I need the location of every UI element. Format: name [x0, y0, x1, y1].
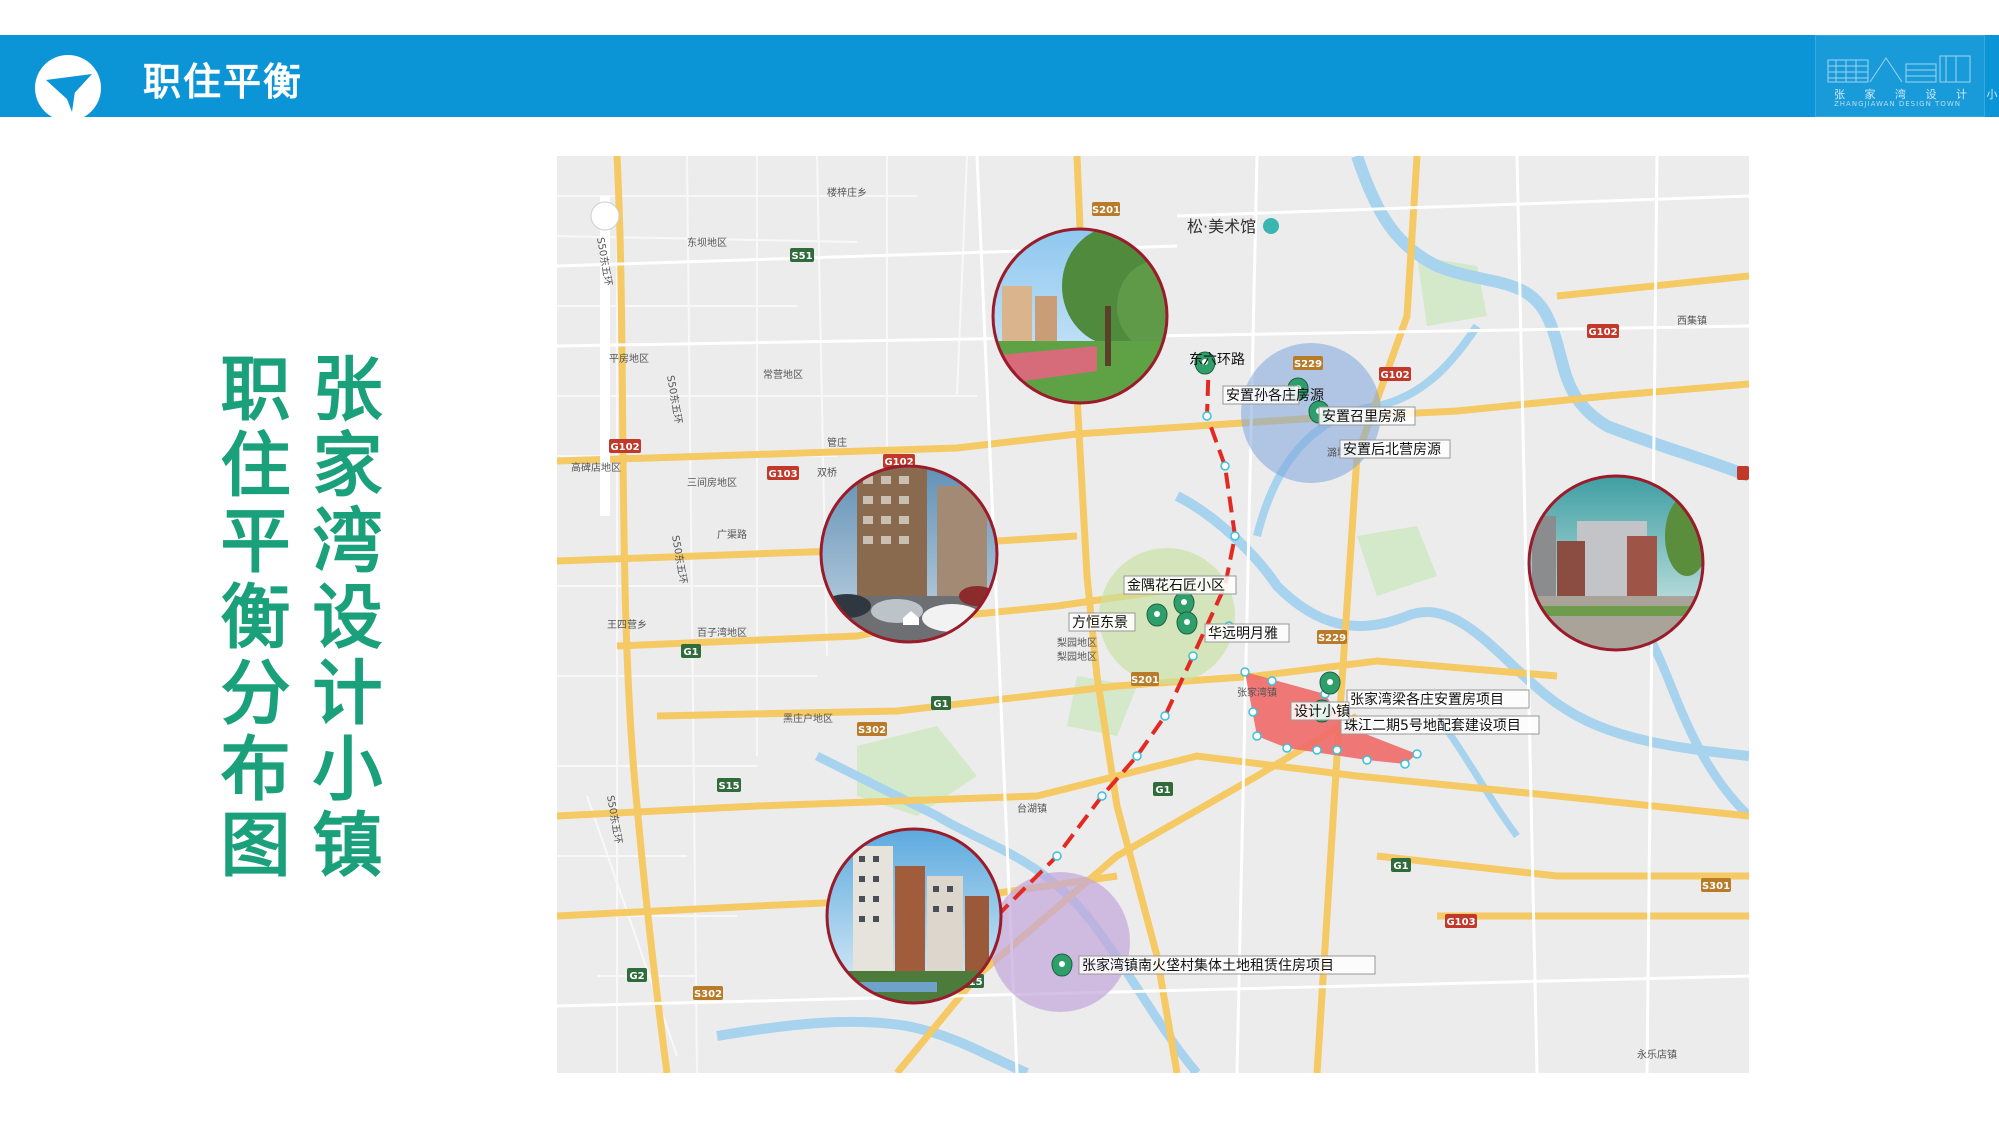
road-badge: S302: [857, 722, 887, 736]
svg-text:张家湾梁各庄安置房项目: 张家湾梁各庄安置房项目: [1350, 691, 1504, 708]
svg-text:G1: G1: [683, 647, 698, 658]
svg-text:梨园地区: 梨园地区: [1057, 650, 1097, 663]
label-dongliuhuan: 东六环路: [1189, 352, 1245, 368]
svg-text:三间房地区: 三间房地区: [687, 476, 737, 489]
label-box: 安置后北营房源: [1339, 439, 1451, 459]
svg-text:G103: G103: [1446, 917, 1475, 928]
svg-text:G1: G1: [1393, 861, 1408, 872]
road-badge: G103: [1445, 914, 1477, 928]
road-badge: S201: [1131, 672, 1159, 686]
marker-pin-icon[interactable]: [1173, 591, 1195, 615]
label-box: 张家湾梁各庄安置房项目: [1346, 689, 1530, 709]
svg-text:G1: G1: [933, 699, 948, 710]
road-badge: G1: [681, 644, 701, 658]
brand-en-text: ZHANGJIAWAN DESIGN TOWN: [1834, 100, 1961, 108]
svg-text:永乐店镇: 永乐店镇: [1637, 1048, 1677, 1061]
svg-text:台湖镇: 台湖镇: [1017, 802, 1047, 815]
poi-label-museum: 松·美术馆: [1187, 217, 1256, 236]
svg-text:华远明月雅: 华远明月雅: [1208, 626, 1278, 642]
road-badge: G2: [627, 968, 647, 982]
label-box: 张家湾镇南火垡村集体土地租赁住房项目: [1078, 955, 1376, 975]
svg-text:梨园地区: 梨园地区: [1057, 636, 1097, 649]
museum-pin-icon[interactable]: [1263, 218, 1279, 234]
svg-text:东坝地区: 东坝地区: [687, 236, 727, 249]
svg-text:S201: S201: [1131, 675, 1159, 686]
label-box: 金隅花石匠小区: [1123, 575, 1237, 595]
marker-pin-icon[interactable]: [1319, 671, 1341, 695]
svg-text:S51: S51: [791, 251, 812, 262]
map-compass-icon[interactable]: [590, 201, 620, 231]
svg-text:百子湾地区: 百子湾地区: [697, 626, 747, 639]
svg-text:张家湾镇南火垡村集体土地租赁住房项目: 张家湾镇南火垡村集体土地租赁住房项目: [1082, 957, 1334, 974]
road-badge: S229: [1317, 630, 1347, 644]
svg-text:高碑店地区: 高碑店地区: [571, 461, 621, 474]
svg-text:G102: G102: [610, 442, 639, 453]
svg-text:安置孙各庄房源: 安置孙各庄房源: [1226, 387, 1324, 404]
svg-text:安置后北营房源: 安置后北营房源: [1343, 442, 1441, 458]
logo-icon: [35, 55, 101, 121]
svg-text:G2: G2: [629, 971, 644, 982]
svg-text:常营地区: 常营地区: [763, 368, 803, 381]
road-badge: G1: [931, 696, 951, 710]
brand-skyline-icon: [1827, 55, 1971, 83]
side-title-map: 职住平衡分布图: [209, 352, 291, 884]
label-box: 安置孙各庄房源: [1222, 385, 1324, 405]
svg-text:金隅花石匠小区: 金隅花石匠小区: [1127, 578, 1225, 594]
svg-text:G102: G102: [1380, 370, 1409, 381]
svg-text:珠江二期5号地配套建设项目: 珠江二期5号地配套建设项目: [1344, 718, 1521, 734]
svg-text:管庄: 管庄: [827, 436, 847, 449]
label-box: 设计小镇: [1290, 701, 1350, 721]
road-badge: G1: [1391, 858, 1411, 872]
side-title-town: 张家湾设计小镇: [301, 352, 383, 884]
label-box: 安置召里房源: [1318, 406, 1416, 426]
marker-pin-icon[interactable]: [1146, 603, 1168, 627]
road-badge: [1737, 466, 1749, 480]
svg-text:广渠路: 广渠路: [717, 528, 747, 541]
svg-text:S201: S201: [1092, 205, 1120, 216]
road-badge: S15: [717, 778, 741, 792]
road-badge: S302: [693, 986, 723, 1000]
svg-text:S302: S302: [858, 725, 886, 736]
road-badge: S229: [1293, 356, 1323, 370]
svg-text:平房地区: 平房地区: [609, 352, 649, 365]
road-badge: G102: [609, 439, 641, 453]
label-box: 珠江二期5号地配套建设项目: [1340, 715, 1540, 735]
svg-text:张家湾镇: 张家湾镇: [1237, 686, 1277, 699]
road-badge: S201: [1092, 202, 1120, 216]
brand-logo: 张 家 湾 设 计 小 镇 ZHANGJIAWAN DESIGN TOWN: [1815, 35, 1999, 117]
marker-pin-icon[interactable]: [1176, 611, 1198, 635]
road-badge: G103: [767, 466, 799, 480]
svg-text:G103: G103: [768, 469, 797, 480]
svg-text:方恒东景: 方恒东景: [1072, 615, 1128, 631]
svg-text:G1: G1: [1155, 785, 1170, 796]
svg-text:设计小镇: 设计小镇: [1294, 704, 1350, 720]
page-title: 职住平衡: [143, 60, 304, 104]
svg-text:S302: S302: [694, 989, 722, 1000]
svg-text:西集镇: 西集镇: [1677, 314, 1707, 327]
svg-text:S229: S229: [1294, 359, 1322, 370]
road-badge: G102: [1379, 367, 1411, 381]
zone-circle-purple: [990, 872, 1130, 1012]
svg-text:黑庄户地区: 黑庄户地区: [783, 712, 833, 725]
road-badge: G1: [1153, 782, 1173, 796]
road-badge: G102: [1587, 324, 1619, 338]
svg-text:G102: G102: [1588, 327, 1617, 338]
svg-text:双桥: 双桥: [817, 467, 837, 479]
svg-text:安置召里房源: 安置召里房源: [1322, 409, 1406, 425]
label-box: 方恒东景: [1068, 612, 1136, 632]
svg-text:S301: S301: [1702, 881, 1730, 892]
road-badge: S301: [1701, 878, 1731, 892]
svg-text:楼梓庄乡: 楼梓庄乡: [827, 186, 867, 199]
svg-text:S229: S229: [1318, 633, 1346, 644]
distribution-map[interactable]: S201 S51 G102 G102 G102 G102 G103 S229 S…: [557, 156, 1749, 1073]
marker-pin-icon[interactable]: [1051, 953, 1073, 977]
label-box: 华远明月雅: [1204, 623, 1290, 643]
road-badge: S51: [790, 248, 814, 262]
svg-text:S15: S15: [718, 781, 739, 792]
svg-text:王四营乡: 王四营乡: [607, 618, 647, 631]
